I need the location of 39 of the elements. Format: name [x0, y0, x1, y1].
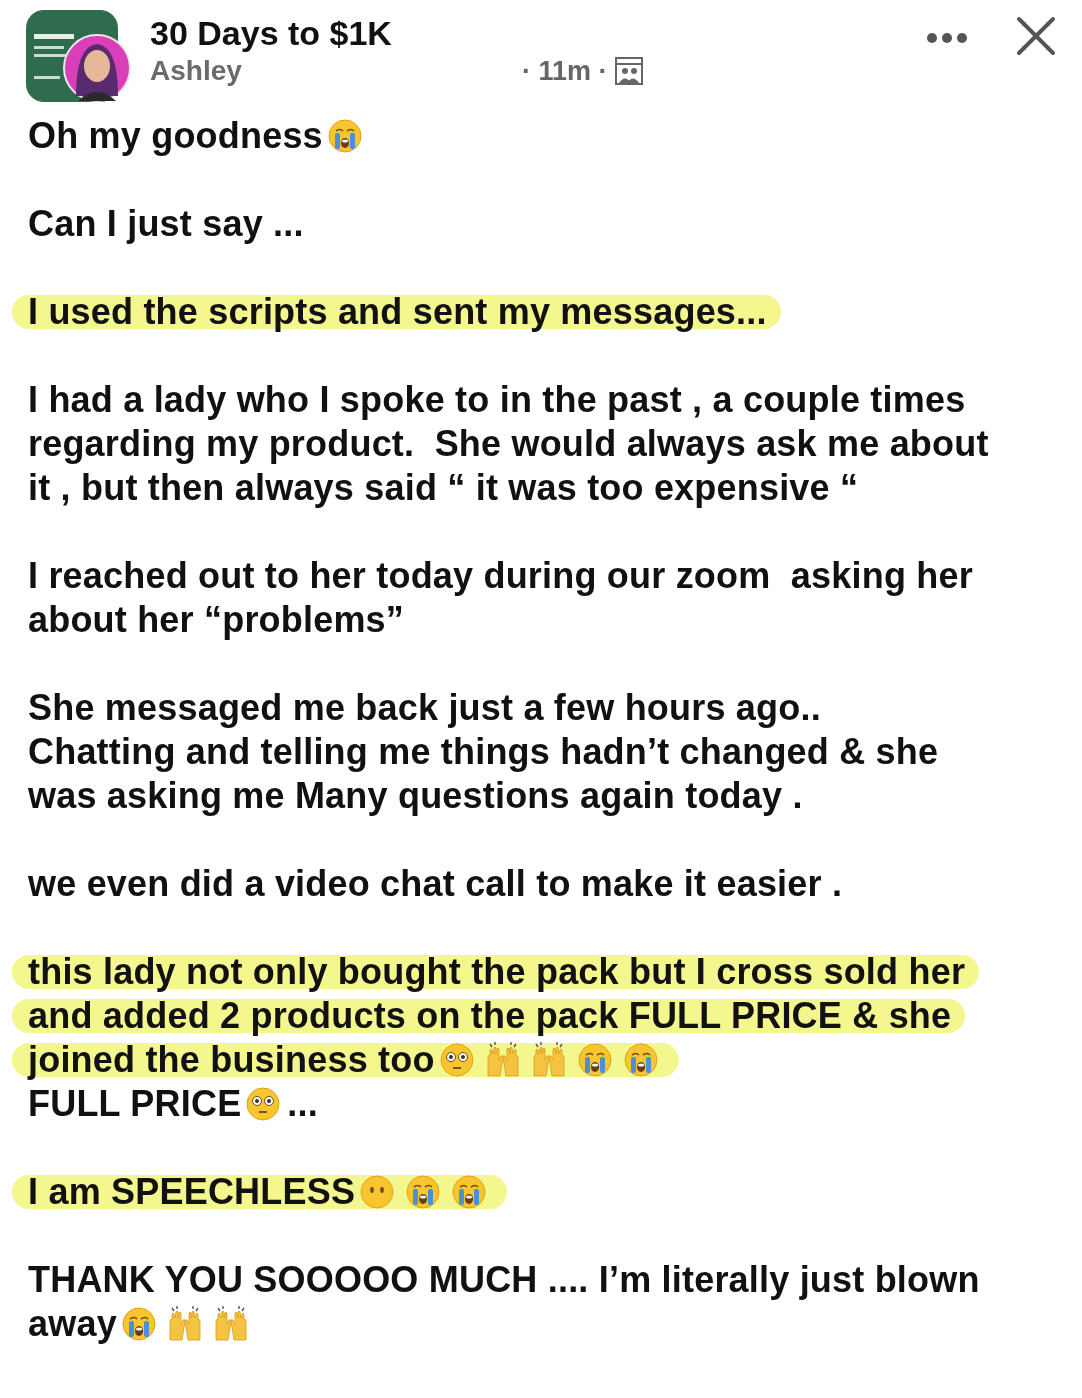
no-mouth-face-icon: [359, 1174, 396, 1210]
crying-face-icon: [622, 1042, 659, 1078]
group-audience-icon: [613, 56, 644, 86]
more-options-icon[interactable]: [926, 32, 968, 44]
post-text: away: [28, 1303, 117, 1345]
post-text: joined the business too: [28, 1039, 435, 1081]
post-text: ...: [287, 1083, 318, 1125]
post-text: Chatting and telling me things hadn’t changed & she: [28, 731, 939, 773]
crying-face-icon: [451, 1174, 488, 1210]
close-icon[interactable]: [1016, 16, 1056, 56]
crying-face-icon: [326, 118, 363, 154]
post-text: THANK YOU SOOOOO MUCH .... I’m literally just blown: [28, 1259, 980, 1301]
post-text: She messaged me back just a few hours ago..: [28, 687, 821, 729]
post-text: it , but then always said “ it was too expensive “: [28, 467, 859, 509]
post-text: about her “problems”: [28, 599, 405, 641]
raised-hands-icon: [166, 1306, 203, 1342]
post-text: and added 2 products on the pack FULL PRICE & she: [28, 995, 952, 1037]
flushed-face-icon: [438, 1042, 475, 1078]
post-text: Oh my goodness: [28, 115, 323, 157]
raised-hands-icon: [212, 1306, 249, 1342]
post-text: FULL PRICE: [28, 1083, 242, 1125]
crying-face-icon: [405, 1174, 442, 1210]
crying-face-icon: [120, 1306, 157, 1342]
flushed-face-icon: [245, 1086, 282, 1122]
post-text: I used the scripts and sent my messages...: [28, 291, 767, 333]
post-text: I reached out to her today during our zoom asking her: [28, 555, 973, 597]
crying-face-icon: [576, 1042, 613, 1078]
raised-hands-icon: [484, 1042, 521, 1078]
post-time: · 11m ·: [522, 55, 608, 87]
raised-hands-icon: [530, 1042, 567, 1078]
post-text: we even did a video chat call to make it easier .: [28, 863, 843, 905]
group-name[interactable]: 30 Days to $1K: [150, 14, 926, 53]
post-text: regarding my product. She would always ask me about: [28, 423, 989, 465]
post-text: I had a lady who I spoke to in the past , a couple times: [28, 379, 966, 421]
post-text: I am SPEECHLESS: [28, 1171, 356, 1213]
post-text: was asking me Many questions again today .: [28, 775, 803, 817]
author-name[interactable]: Ashley: [150, 55, 522, 87]
post-text: this lady not only bought the pack but I cross sold her: [28, 951, 966, 993]
post-text: Can I just say ...: [28, 203, 304, 245]
